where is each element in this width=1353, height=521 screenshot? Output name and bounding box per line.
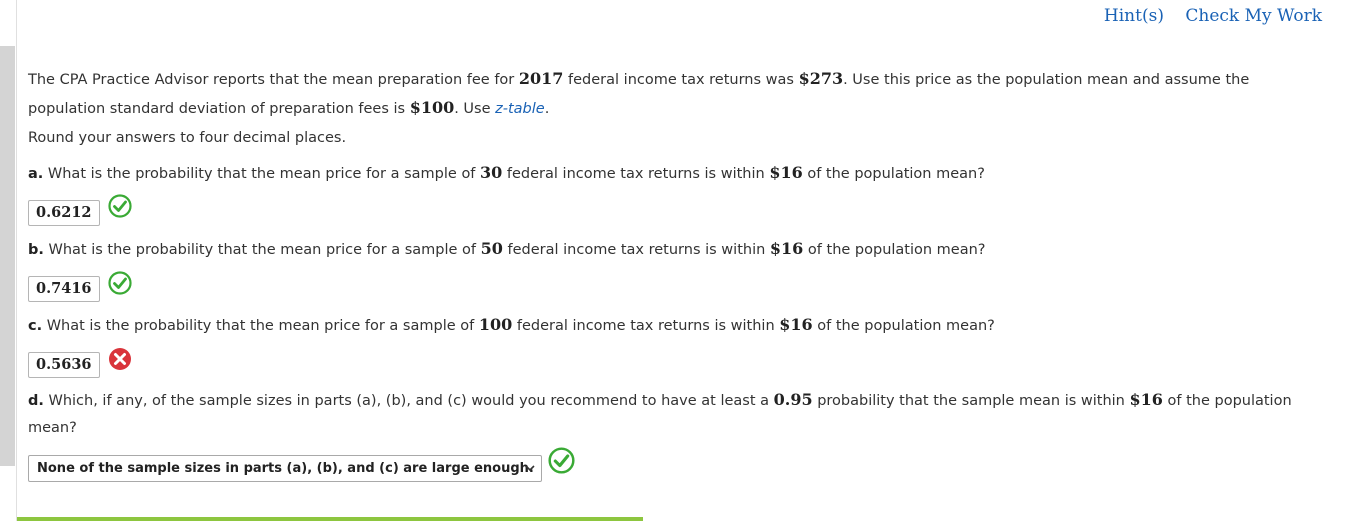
selected-option: None of the sample sizes in parts (a), (…	[37, 461, 534, 476]
check-correct-icon	[108, 194, 132, 218]
content-border	[16, 0, 17, 521]
intro-text: . Use this price as the population mean …	[843, 72, 1250, 88]
question-label: a.	[28, 166, 44, 182]
sample-size: 50	[480, 239, 503, 258]
question-text: federal income tax returns is within	[502, 166, 770, 182]
question-text: of the population mean?	[802, 166, 985, 182]
intro-text: population standard deviation of prepara…	[28, 101, 410, 117]
question-d: d. Which, if any, of the sample sizes in…	[28, 386, 1292, 442]
intro-text: . Use	[454, 101, 496, 117]
mean-value: $273	[798, 69, 844, 88]
question-label: b.	[28, 242, 44, 258]
intro-text: .	[544, 101, 550, 117]
z-table-link[interactable]: z-table	[495, 101, 545, 117]
intro-text: federal income tax returns was	[563, 72, 799, 88]
sample-size: 30	[480, 163, 503, 182]
question-label: c.	[28, 318, 43, 334]
question-b: b. What is the probability that the mean…	[28, 235, 986, 264]
question-text: What is the probability that the mean pr…	[43, 242, 481, 258]
question-text: What is the probability that the mean pr…	[43, 166, 481, 182]
answer-a-input[interactable]: 0.6212	[28, 200, 100, 226]
question-text: mean?	[28, 420, 77, 436]
distance-value: $16	[769, 239, 804, 258]
progress-bar	[17, 517, 643, 521]
question-text: of the population mean?	[803, 242, 986, 258]
answer-c-input[interactable]: 0.5636	[28, 352, 100, 378]
sd-value: $100	[409, 98, 455, 117]
question-text: Which, if any, of the sample sizes in pa…	[43, 393, 774, 409]
question-a: a. What is the probability that the mean…	[28, 159, 985, 188]
probability-value: 0.95	[773, 390, 813, 409]
check-correct-icon	[108, 271, 132, 295]
check-correct-icon	[548, 447, 575, 474]
question-text: probability that the sample mean is with…	[812, 393, 1130, 409]
question-text: What is the probability that the mean pr…	[42, 318, 479, 334]
intro-text: The CPA Practice Advisor reports that th…	[28, 72, 519, 88]
distance-value: $16	[1129, 390, 1163, 409]
answer-d-select[interactable]: None of the sample sizes in parts (a), (…	[28, 455, 542, 482]
chevron-down-icon	[525, 465, 535, 472]
question-label: d.	[28, 393, 44, 409]
x-incorrect-icon	[109, 348, 131, 370]
distance-value: $16	[779, 315, 813, 334]
question-text: of the population mean?	[812, 318, 995, 334]
check-my-work-link[interactable]: Check My Work	[1185, 6, 1322, 26]
question-text: federal income tax returns is within	[512, 318, 780, 334]
answer-b-input[interactable]: 0.7416	[28, 276, 100, 302]
sample-size: 100	[478, 315, 513, 334]
left-scroll-rail	[0, 46, 15, 466]
question-c: c. What is the probability that the mean…	[28, 311, 995, 340]
header-links: Hint(s) Check My Work	[1088, 6, 1322, 26]
hints-link[interactable]: Hint(s)	[1104, 6, 1164, 26]
intro-paragraph: The CPA Practice Advisor reports that th…	[28, 65, 1249, 123]
year-value: 2017	[518, 69, 564, 88]
question-text: of the population	[1162, 393, 1292, 409]
distance-value: $16	[769, 163, 803, 182]
question-text: federal income tax returns is within	[502, 242, 770, 258]
round-note: Round your answers to four decimal place…	[28, 130, 347, 146]
